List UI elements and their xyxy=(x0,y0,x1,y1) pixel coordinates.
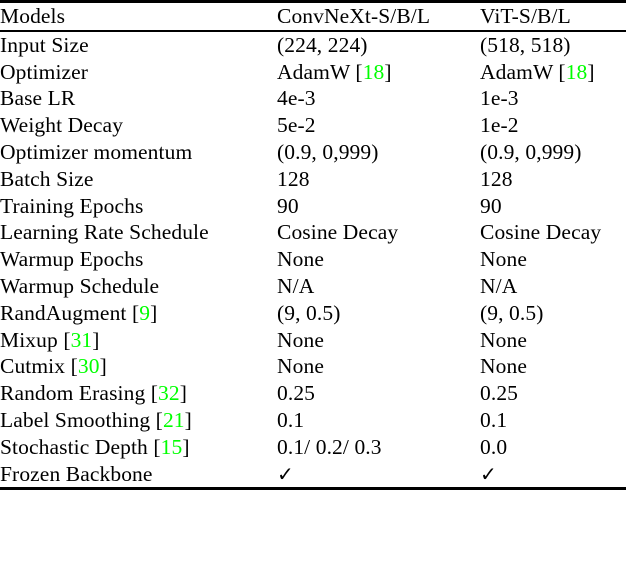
table-row: Learning Rate Schedule Cosine Decay Cosine… xyxy=(0,219,626,246)
citation-number[interactable]: 15 xyxy=(161,435,183,459)
row-value-vit: 0.0 xyxy=(480,434,508,459)
row-label: Mixup [31] xyxy=(0,327,100,352)
row-label: Training Epochs xyxy=(0,193,144,218)
row-label: Learning Rate Schedule xyxy=(0,220,209,245)
row-value-vit: 1e-2 xyxy=(480,113,519,138)
row-value-convnext: AdamW [18] xyxy=(277,59,392,84)
row-label: Warmup Schedule xyxy=(0,273,160,298)
table-row: Stochastic Depth [15] 0.1/ 0.2/ 0.3 0.0 xyxy=(0,434,626,461)
table-bottom-rule xyxy=(0,487,626,491)
table-row: Random Erasing [32] 0.25 0.25 xyxy=(0,380,626,407)
row-value-convnext: ✓ xyxy=(277,461,480,488)
table-row: Base LR 4e-3 1e-3 xyxy=(0,85,626,112)
column-header-convnext: ConvNeXt-S/B/L xyxy=(277,4,431,28)
row-value-convnext: N/A xyxy=(277,273,315,298)
table-row: Warmup Schedule N/A N/A xyxy=(0,273,626,300)
row-value-vit: N/A xyxy=(480,273,518,298)
row-label: Optimizer xyxy=(0,59,89,84)
table-row: Training Epochs 90 90 xyxy=(0,193,626,220)
column-header-models: Models xyxy=(0,4,66,28)
row-label: Warmup Epochs xyxy=(0,247,144,272)
table-body: Input Size (224, 224) (518, 518) Optimizer A… xyxy=(0,32,626,488)
row-value-convnext: 90 xyxy=(277,193,299,218)
row-value-vit: ✓ xyxy=(480,461,626,488)
row-value-vit: (518, 518) xyxy=(480,32,571,57)
table-row: Weight Decay 5e-2 1e-2 xyxy=(0,112,626,139)
row-label: Input Size xyxy=(0,32,89,57)
row-value-vit: Cosine Decay xyxy=(480,220,602,245)
parameter-table: Models ConvNeXt-S/B/L ViT-S/B/L Input Si… xyxy=(0,0,626,576)
row-value-vit: None xyxy=(480,247,527,272)
checkmark-icon: ✓ xyxy=(480,461,497,486)
row-value-convnext: (0.9, 0,999) xyxy=(277,139,379,164)
row-value-vit: None xyxy=(480,354,527,379)
row-value-convnext: (224, 224) xyxy=(277,32,368,57)
row-label: RandAugment [9] xyxy=(0,300,158,325)
table-row: Warmup Epochs None None xyxy=(0,246,626,273)
row-label: Cutmix [30] xyxy=(0,354,107,379)
row-value-convnext: 0.25 xyxy=(277,381,316,406)
row-label: Random Erasing [32] xyxy=(0,381,188,406)
row-value-vit: None xyxy=(480,327,527,352)
citation-number[interactable]: 9 xyxy=(139,301,150,325)
table-row: Frozen Backbone ✓ ✓ xyxy=(0,461,626,488)
row-label: Stochastic Depth [15] xyxy=(0,434,190,459)
citation-number[interactable]: 31 xyxy=(71,328,93,352)
row-value-convnext: Cosine Decay xyxy=(277,220,399,245)
table-row: Optimizer AdamW [18] AdamW [18] xyxy=(0,59,626,86)
row-value-convnext: 128 xyxy=(277,166,310,191)
table-row: Batch Size 128 128 xyxy=(0,166,626,193)
citation-number[interactable]: 18 xyxy=(566,60,588,84)
citation-number[interactable]: 21 xyxy=(163,408,185,432)
checkmark-icon: ✓ xyxy=(277,461,294,486)
row-label: Base LR xyxy=(0,86,76,111)
table-row: Cutmix [30] None None xyxy=(0,353,626,380)
row-value-convnext: None xyxy=(277,327,324,352)
row-value-vit: 128 xyxy=(480,166,513,191)
citation-number[interactable]: 32 xyxy=(158,381,180,405)
row-value-convnext: 5e-2 xyxy=(277,113,316,138)
table-row: RandAugment [9] (9, 0.5) (9, 0.5) xyxy=(0,300,626,327)
table-row: Label Smoothing [21] 0.1 0.1 xyxy=(0,407,626,434)
row-value-vit: 1e-3 xyxy=(480,86,519,111)
citation-number[interactable]: 30 xyxy=(78,354,100,378)
row-value-vit: 90 xyxy=(480,193,502,218)
row-value-convnext: None xyxy=(277,247,324,272)
table-header-row: Models ConvNeXt-S/B/L ViT-S/B/L xyxy=(0,3,626,30)
row-label: Batch Size xyxy=(0,166,94,191)
citation-number[interactable]: 18 xyxy=(363,60,385,84)
row-value-convnext: (9, 0.5) xyxy=(277,300,341,325)
row-label: Frozen Backbone xyxy=(0,461,153,486)
table-row: Input Size (224, 224) (518, 518) xyxy=(0,32,626,59)
row-value-convnext: None xyxy=(277,354,324,379)
table-row: Mixup [31] None None xyxy=(0,327,626,354)
column-header-vit: ViT-S/B/L xyxy=(480,4,571,28)
row-value-vit: AdamW [18] xyxy=(480,59,595,84)
row-value-convnext: 0.1 xyxy=(277,407,305,432)
row-label: Label Smoothing [21] xyxy=(0,407,192,432)
row-value-vit: 0.1 xyxy=(480,407,508,432)
table-row: Optimizer momentum (0.9, 0,999) (0.9, 0,99… xyxy=(0,139,626,166)
table-header-section: Models ConvNeXt-S/B/L ViT-S/B/L xyxy=(0,3,626,30)
row-value-vit: 0.25 xyxy=(480,381,519,406)
row-value-vit: (9, 0.5) xyxy=(480,300,544,325)
row-value-vit: (0.9, 0,999) xyxy=(480,139,582,164)
row-value-convnext: 0.1/ 0.2/ 0.3 xyxy=(277,434,382,459)
row-label: Optimizer momentum xyxy=(0,139,193,164)
row-label: Weight Decay xyxy=(0,113,124,138)
row-value-convnext: 4e-3 xyxy=(277,86,316,111)
